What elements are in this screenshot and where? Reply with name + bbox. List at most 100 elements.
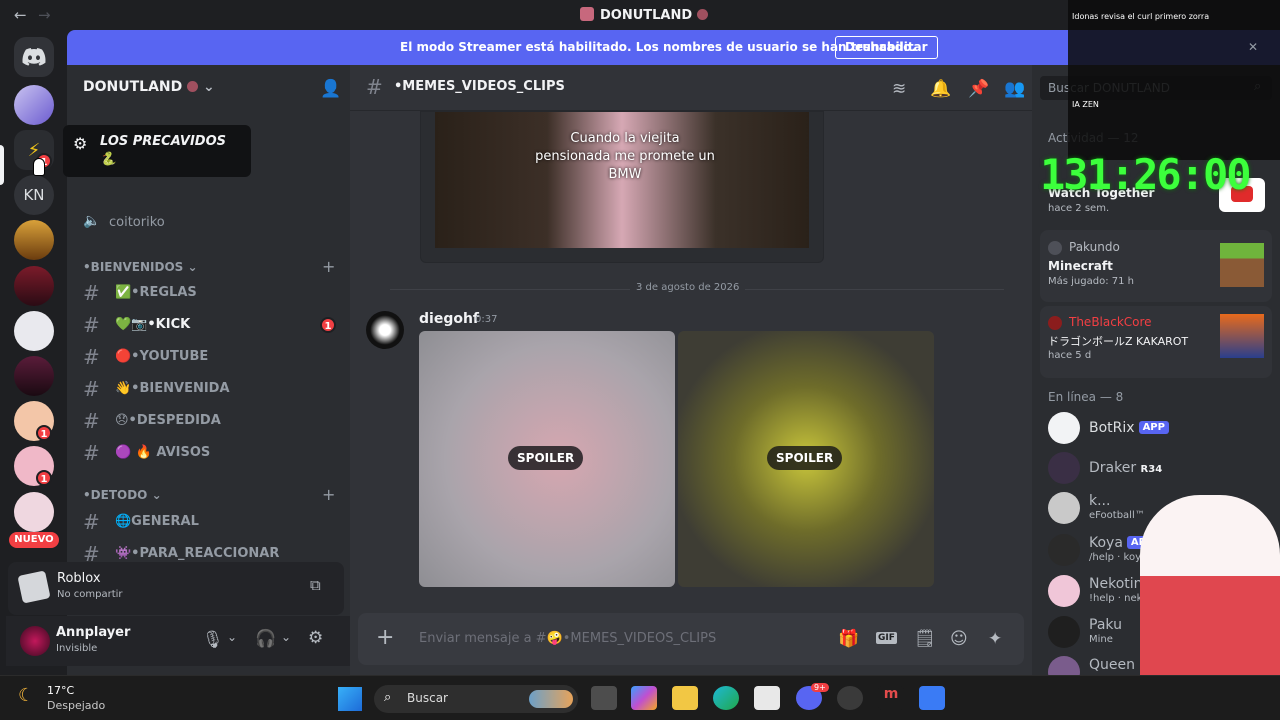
member-name: Paku bbox=[1089, 617, 1122, 633]
category-bienvenidos[interactable]: •BIENVENIDOS ⌄ bbox=[83, 260, 198, 274]
voice-channel[interactable]: 🔈 coitoriko bbox=[75, 208, 343, 238]
speaker-icon: 🔈 bbox=[83, 213, 101, 229]
apps-icon[interactable]: ✦ bbox=[988, 629, 1002, 649]
copilot-icon[interactable] bbox=[631, 686, 657, 710]
message-input-box[interactable]: + Enviar mensaje a #🤪•MEMES_VIDEOS_CLIPS… bbox=[358, 613, 1024, 665]
message-input[interactable]: Enviar mensaje a #🤪•MEMES_VIDEOS_CLIPS bbox=[419, 631, 716, 646]
members-icon[interactable]: 👥 bbox=[1004, 79, 1025, 99]
plus-icon[interactable]: + bbox=[322, 257, 335, 276]
minecraft-icon bbox=[1220, 243, 1264, 287]
sticker-icon[interactable]: 🗒 bbox=[914, 629, 936, 649]
member-item[interactable]: BotRix APP bbox=[1048, 408, 1268, 448]
channel-kick[interactable]: # 💚📷•KICK 1 bbox=[75, 310, 343, 340]
chevron-down-icon[interactable]: ⌄ bbox=[281, 630, 291, 644]
tooltip-text: LOS PRECAVIDOS 🐍 bbox=[100, 134, 227, 167]
role-tag: R34 bbox=[1140, 464, 1163, 475]
search-icon: ⌕ bbox=[384, 690, 392, 705]
plus-icon[interactable]: + bbox=[322, 485, 335, 504]
dragonball-icon bbox=[1220, 314, 1264, 358]
avatar[interactable] bbox=[366, 311, 404, 349]
gif-icon[interactable]: GIF bbox=[876, 632, 897, 644]
avatar[interactable] bbox=[20, 626, 50, 656]
avatar bbox=[1048, 534, 1080, 566]
spoiler-image[interactable]: SPOILER bbox=[678, 331, 934, 587]
channel-avisos[interactable]: # 🟣 🔥 AVISOS bbox=[75, 438, 343, 468]
message-author[interactable]: diegohf bbox=[419, 311, 479, 327]
server-icon-sunglasses[interactable] bbox=[14, 220, 54, 260]
arrow-right-icon[interactable]: → bbox=[38, 6, 51, 24]
spoiler-label: SPOILER bbox=[508, 446, 584, 470]
close-icon[interactable]: ✕ bbox=[1248, 40, 1258, 54]
channel-label: 👾•PARA_REACCIONAR bbox=[115, 546, 280, 561]
channel-general[interactable]: # 🌐GENERAL bbox=[75, 507, 343, 537]
bell-icon[interactable]: 🔔 bbox=[930, 79, 951, 99]
server-icon-white-char[interactable] bbox=[14, 311, 54, 351]
channel-despedida[interactable]: # 😞•DESPEDIDA bbox=[75, 406, 343, 436]
disable-streamer-button[interactable]: Deshabilitar bbox=[835, 36, 938, 59]
activity-card-kakarot[interactable]: TheBlackCore ドラゴンボールZ KAKAROT hace 5 d bbox=[1040, 306, 1272, 378]
channel-label: 😞•DESPEDIDA bbox=[115, 413, 221, 428]
video-thumbnail[interactable]: Cuando la viejita pensionada me promete … bbox=[435, 112, 809, 248]
app-m-icon[interactable]: m bbox=[878, 686, 904, 710]
watch-together-time: hace 2 sem. bbox=[1048, 203, 1110, 214]
card-game: ドラゴンボールZ KAKAROT bbox=[1048, 335, 1189, 348]
spoiler-label: SPOILER bbox=[767, 446, 843, 470]
microphone-icon[interactable]: 🎙 bbox=[202, 630, 224, 650]
weather-temp: 17°C bbox=[47, 684, 75, 697]
channel-bienvenida[interactable]: # 👋•BIENVENIDA bbox=[75, 374, 343, 404]
member-item[interactable]: Draker R34 bbox=[1048, 448, 1268, 488]
roblox-icon bbox=[17, 570, 51, 604]
video-caption: Cuando la viejita pensionada me promete … bbox=[535, 131, 715, 182]
windows-start-icon[interactable] bbox=[338, 687, 362, 711]
category-detodo[interactable]: •DETODO ⌄ bbox=[83, 488, 162, 502]
chevron-down-icon[interactable]: ⌄ bbox=[227, 630, 237, 644]
taskbar-search[interactable]: ⌕ Buscar bbox=[374, 685, 578, 713]
channel-title: •MEMES_VIDEOS_CLIPS bbox=[394, 79, 565, 94]
screen-share-icon[interactable]: ⧉ bbox=[310, 576, 321, 594]
server-icon-red-hair[interactable] bbox=[14, 266, 54, 306]
channel-youtube[interactable]: # 🔴•YOUTUBE bbox=[75, 342, 343, 372]
add-friend-icon[interactable]: 👤 bbox=[320, 79, 341, 99]
card-meta: Más jugado: 71 h bbox=[1048, 276, 1134, 287]
member-name: k... bbox=[1089, 493, 1111, 509]
server-tooltip: ⚙ LOS PRECAVIDOS 🐍 bbox=[63, 125, 251, 177]
app-blue-icon[interactable] bbox=[919, 686, 945, 710]
search-highlight-icon bbox=[529, 690, 573, 708]
threads-icon[interactable]: ≋ bbox=[892, 79, 906, 99]
ms-store-icon[interactable] bbox=[754, 686, 780, 710]
moon-weather-icon: ☾ bbox=[18, 685, 35, 706]
settings-gear-icon[interactable]: ⚙ bbox=[308, 628, 323, 648]
server-icon-anime[interactable] bbox=[14, 85, 54, 125]
headphones-icon[interactable]: 🎧 bbox=[255, 629, 276, 649]
activity-subtitle: No compartir bbox=[57, 589, 123, 600]
pin-icon[interactable]: 📌 bbox=[968, 79, 989, 99]
gift-icon[interactable]: 🎁 bbox=[838, 629, 859, 649]
discord-home-button[interactable] bbox=[14, 37, 54, 77]
add-attachment-icon[interactable]: + bbox=[376, 625, 394, 650]
obs-icon[interactable] bbox=[837, 686, 863, 710]
task-view-icon[interactable] bbox=[591, 686, 617, 710]
activity-panel[interactable]: Roblox No compartir ⧉ bbox=[8, 562, 344, 615]
date-divider: 3 de agosto de 2026 bbox=[630, 282, 746, 293]
arrow-left-icon[interactable]: ← bbox=[14, 6, 27, 24]
file-explorer-icon[interactable] bbox=[672, 686, 698, 710]
window-title: DONUTLAND bbox=[580, 7, 708, 23]
server-icon-kn[interactable]: KN bbox=[14, 175, 54, 215]
server-icon-pastel[interactable] bbox=[14, 492, 54, 532]
message-time: 0:37 bbox=[475, 314, 498, 325]
gear-badge-icon: ⚙ bbox=[73, 134, 88, 153]
spoiler-image[interactable]: SPOILER bbox=[419, 331, 675, 587]
emoji-icon[interactable]: ☺ bbox=[950, 629, 968, 649]
channel-reglas[interactable]: # ✅•REGLAS bbox=[75, 278, 343, 308]
hash-icon: # bbox=[83, 409, 100, 433]
server-name-header[interactable]: DONUTLAND ⌄ bbox=[83, 79, 215, 95]
channel-label: 🌐GENERAL bbox=[115, 514, 199, 529]
activity-card-minecraft[interactable]: Pakundo Minecraft Más jugado: 71 h bbox=[1040, 230, 1272, 302]
overlay-chat-line: IA ZEN bbox=[1072, 100, 1099, 109]
avatar bbox=[1048, 492, 1080, 524]
edge-icon[interactable] bbox=[713, 686, 739, 710]
online-header: En línea — 8 bbox=[1048, 390, 1124, 404]
avatar bbox=[1048, 412, 1080, 444]
video-embed[interactable]: Cuando la viejita pensionada me promete … bbox=[420, 111, 824, 263]
server-icon-dark[interactable] bbox=[14, 356, 54, 396]
